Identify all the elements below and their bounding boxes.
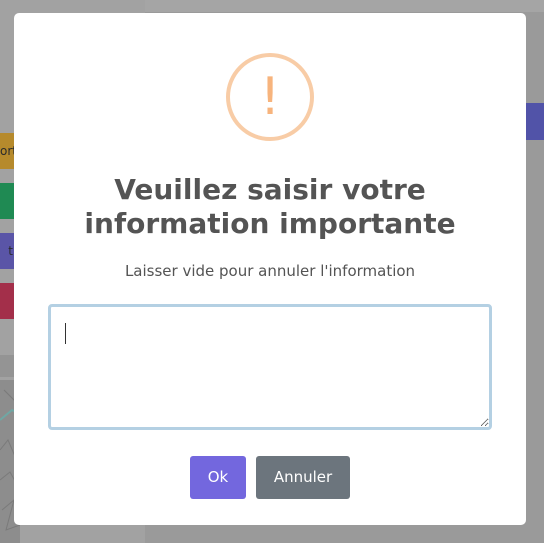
information-textarea[interactable] xyxy=(48,304,492,430)
cancel-button[interactable]: Annuler xyxy=(256,456,350,499)
text-cursor xyxy=(65,323,66,344)
background-tab-red xyxy=(0,283,14,319)
background-tab-green xyxy=(0,183,14,219)
dialog-title: Veuillez saisir votre information import… xyxy=(84,173,456,240)
background-tab-orange: ort xyxy=(0,133,14,169)
prompt-dialog: ! Veuillez saisir votre information impo… xyxy=(14,13,526,525)
dialog-subtitle: Laisser vide pour annuler l'information xyxy=(124,262,416,280)
background-tab-purple: t xyxy=(0,233,14,269)
ok-button[interactable]: Ok xyxy=(190,456,246,499)
warning-icon-glyph: ! xyxy=(259,67,281,127)
warning-icon: ! xyxy=(226,53,314,141)
page: ort t ! Veuillez saisir votre informatio… xyxy=(0,0,544,543)
background-button xyxy=(526,103,544,140)
dialog-actions: Ok Annuler xyxy=(14,456,526,499)
